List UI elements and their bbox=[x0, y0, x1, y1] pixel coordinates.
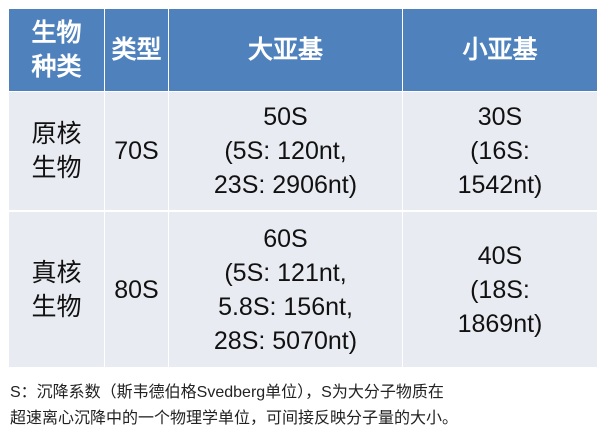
footnote-line-2: 超速离心沉降中的一个物理学单位，可间接反映分子量的大小。 bbox=[10, 410, 459, 427]
organism-line1: 原核 bbox=[31, 120, 82, 148]
table-header-row: 生物 种类 类型 大亚基 小亚基 bbox=[8, 8, 598, 92]
small-subunit-rrna-2: 1869nt) bbox=[457, 309, 543, 338]
table-row-prokaryote: 原核 生物 70S 50S (5S: 120nt, 23S: 2906nt) 3… bbox=[8, 91, 598, 212]
ribosome-subunit-table: 生物 种类 类型 大亚基 小亚基 原核 生物 70S 50S (5S: 120n… bbox=[8, 8, 598, 368]
cell-type: 80S bbox=[104, 210, 169, 368]
header-organism: 生物 种类 bbox=[8, 8, 105, 92]
footnote: S：沉降系数（斯韦德伯格Svedberg单位），S为大分子物质在 超速离心沉降中… bbox=[10, 380, 600, 432]
cell-large-subunit: 60S (5S: 121nt, 5.8S: 156nt, 28S: 5070nt… bbox=[168, 210, 403, 368]
large-subunit-rrna-2: 23S: 2906nt) bbox=[213, 171, 358, 199]
cell-organism: 真核 生物 bbox=[8, 210, 105, 368]
header-large-subunit: 大亚基 bbox=[168, 8, 403, 92]
cell-large-subunit: 50S (5S: 120nt, 23S: 2906nt) bbox=[168, 91, 403, 212]
small-subunit-rrna-1: (18S: bbox=[470, 275, 530, 304]
large-subunit-value: 60S bbox=[263, 224, 308, 253]
small-subunit-value: 40S bbox=[477, 241, 523, 270]
header-small-subunit: 小亚基 bbox=[402, 8, 598, 92]
organism-line1: 真核 bbox=[31, 258, 82, 287]
small-subunit-rrna-1: (16S: bbox=[470, 137, 530, 165]
large-subunit-rrna-2: 5.8S: 156nt, bbox=[218, 292, 353, 321]
header-type: 类型 bbox=[104, 8, 169, 92]
cell-small-subunit: 30S (16S: 1542nt) bbox=[402, 91, 598, 212]
small-subunit-value: 30S bbox=[477, 103, 523, 131]
cell-small-subunit: 40S (18S: 1869nt) bbox=[402, 210, 598, 368]
large-subunit-rrna-3: 28S: 5070nt) bbox=[213, 326, 358, 355]
large-subunit-rrna-1: (5S: 120nt, bbox=[224, 137, 347, 165]
large-subunit-value: 50S bbox=[263, 103, 308, 131]
table-row-eukaryote: 真核 生物 80S 60S (5S: 121nt, 5.8S: 156nt, 2… bbox=[8, 210, 598, 368]
ribosome-table-container: 生物 种类 类型 大亚基 小亚基 原核 生物 70S 50S (5S: 120n… bbox=[8, 8, 598, 368]
small-subunit-rrna-2: 1542nt) bbox=[457, 171, 543, 199]
header-organism-line1: 生物 bbox=[31, 19, 82, 47]
organism-line2: 生物 bbox=[31, 292, 82, 321]
cell-type: 70S bbox=[104, 91, 169, 212]
large-subunit-rrna-1: (5S: 121nt, bbox=[224, 258, 347, 287]
footnote-line-1: S：沉降系数（斯韦德伯格Svedberg单位），S为大分子物质在 bbox=[10, 384, 444, 401]
header-organism-line2: 种类 bbox=[31, 53, 82, 81]
organism-line2: 生物 bbox=[31, 154, 82, 182]
cell-organism: 原核 生物 bbox=[8, 91, 105, 212]
